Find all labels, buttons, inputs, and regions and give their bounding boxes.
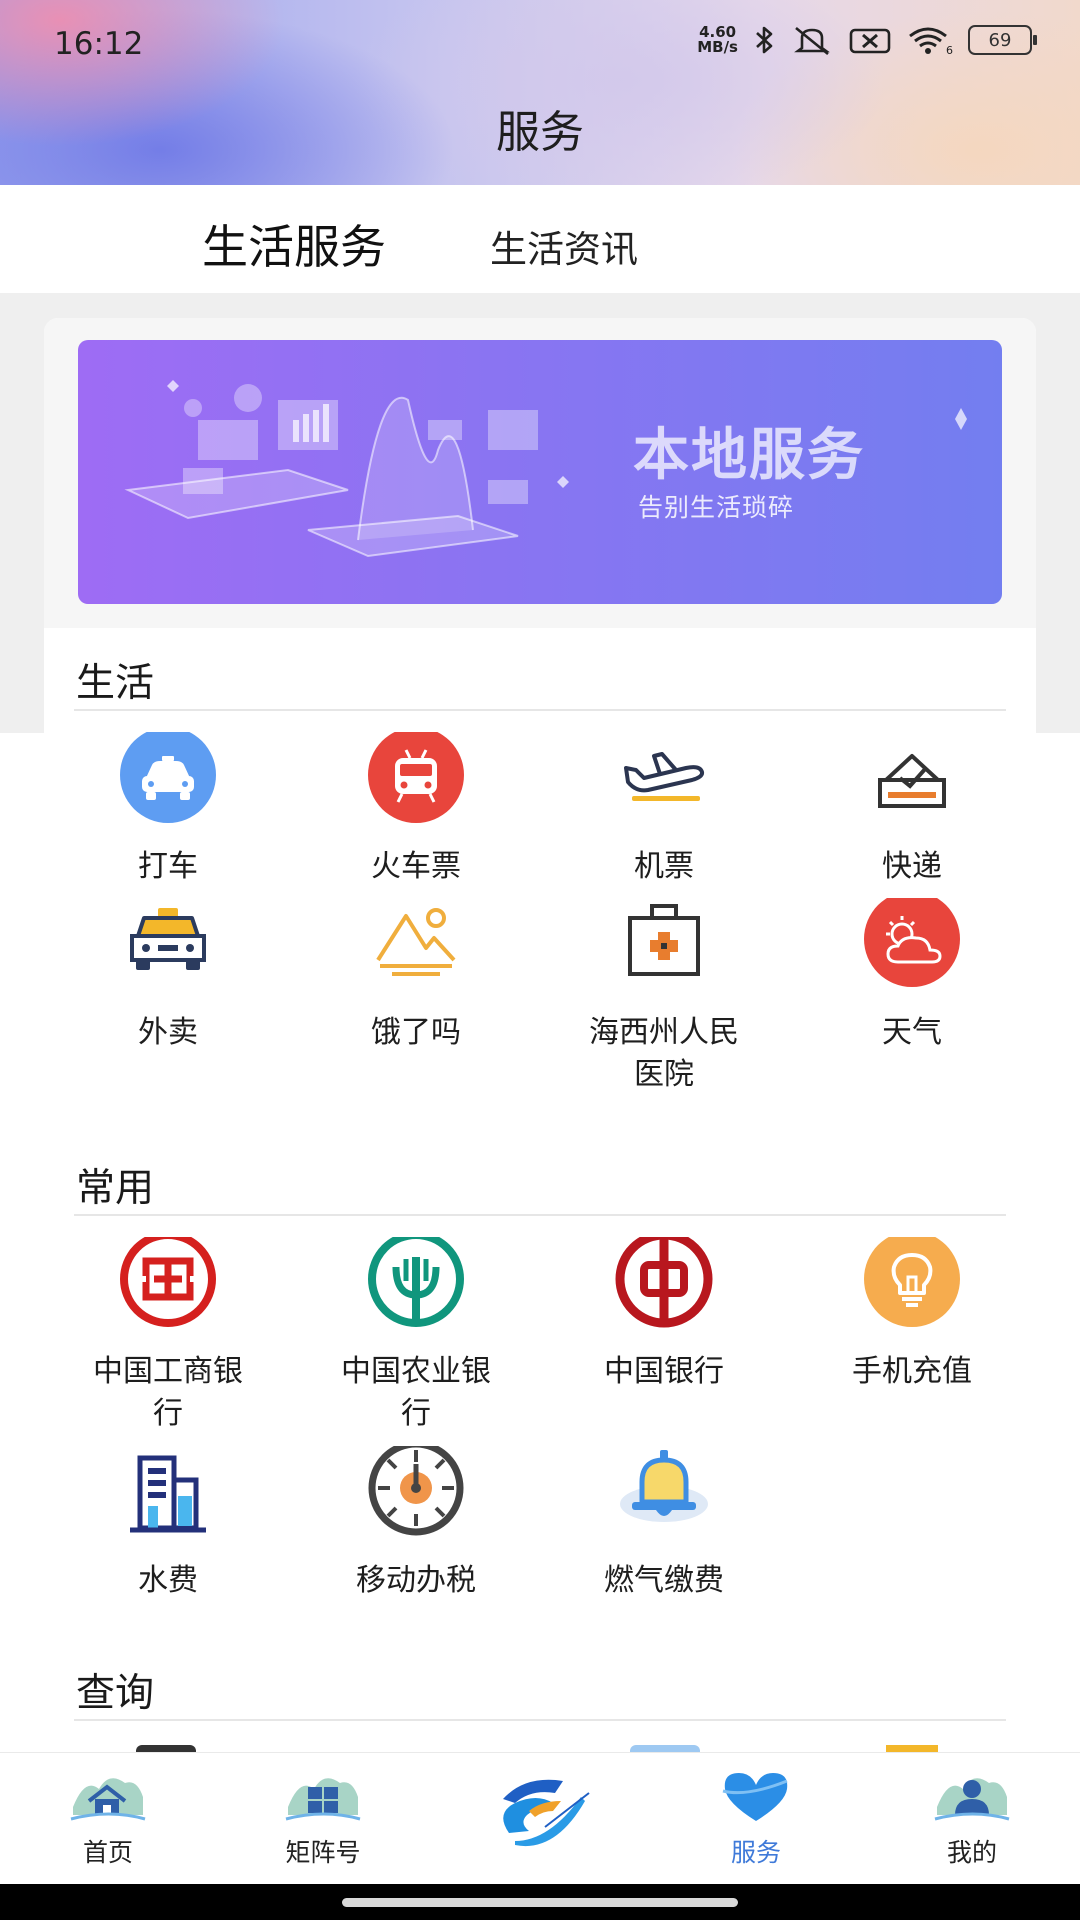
nav-home[interactable]: 首页	[28, 1767, 188, 1869]
airplane-icon	[614, 732, 714, 832]
service-water-fee[interactable]: 水费	[53, 1446, 283, 1602]
service-express[interactable]: 快递	[797, 732, 1027, 888]
tax-dial-icon	[366, 1440, 466, 1546]
home-indicator[interactable]	[342, 1898, 738, 1907]
service-air-ticket[interactable]: 机票	[549, 732, 779, 888]
service-label: 饿了吗	[371, 1015, 461, 1050]
section-divider	[74, 1214, 1006, 1216]
status-icons: 4.60 MB/s 6 69	[697, 23, 1037, 56]
service-label: 快递	[882, 849, 942, 884]
section-divider	[74, 1719, 1006, 1721]
local-services-banner[interactable]: 本地服务 告别生活琐碎	[78, 340, 1002, 604]
section-title-life: 生活	[76, 661, 155, 706]
segment-tabs: 生活服务 生活资讯	[0, 185, 1080, 293]
service-label: 外卖	[138, 1015, 198, 1050]
heart-icon	[717, 1767, 795, 1829]
service-label: 天气	[882, 1015, 942, 1050]
banner-illustration	[124, 380, 569, 558]
taxi-icon	[118, 727, 218, 832]
parcel-icon	[862, 732, 962, 832]
svg-text:6: 6	[946, 44, 953, 56]
tab-life-news[interactable]: 生活资讯	[490, 219, 638, 273]
service-gas-payment[interactable]: 燃气缴费	[549, 1446, 779, 1602]
tab-life-services[interactable]: 生活服务	[202, 211, 386, 277]
medical-kit-icon	[614, 898, 714, 998]
profile-icon	[933, 1767, 1011, 1829]
service-train-ticket[interactable]: 火车票	[301, 727, 531, 888]
page-title: 服务	[496, 107, 584, 158]
service-eleme[interactable]: 饿了吗	[301, 898, 531, 1054]
service-label: 燃气缴费	[604, 1563, 724, 1598]
service-taxi[interactable]: 打车	[53, 727, 283, 888]
service-mobile-tax[interactable]: 移动办税	[301, 1440, 531, 1602]
service-phone-recharge[interactable]: 手机充值	[797, 1231, 1027, 1393]
nav-label: 矩阵号	[285, 1838, 361, 1867]
boc-bank-icon	[614, 1230, 714, 1337]
service-label: 手机充值	[852, 1354, 972, 1389]
banner-sparkle	[955, 408, 967, 430]
service-label: 火车票	[371, 849, 461, 884]
wifi-icon: 6	[909, 27, 953, 56]
service-label: 中国农业银行	[341, 1354, 491, 1431]
bell-icon	[614, 1446, 714, 1546]
service-label: 中国工商银行	[93, 1354, 243, 1431]
nav-matrix[interactable]: 矩阵号	[243, 1767, 403, 1869]
service-takeout[interactable]: 外卖	[53, 898, 283, 1054]
status-time: 16:12	[54, 26, 144, 62]
abc-bank-icon	[366, 1231, 466, 1337]
bluetooth-icon	[756, 26, 773, 54]
center-logo-icon	[485, 1763, 595, 1863]
train-icon	[366, 727, 466, 832]
nav-services[interactable]: 服务	[676, 1767, 836, 1869]
sim-x-icon	[849, 28, 891, 54]
mute-icon	[794, 26, 830, 56]
section-title-query: 查询	[76, 1671, 155, 1716]
service-label: 机票	[634, 849, 694, 884]
section-divider	[74, 709, 1006, 711]
service-hospital[interactable]: 海西州人民医院	[549, 898, 779, 1096]
banner-subtitle: 告别生活琐碎	[638, 493, 795, 522]
nav-label: 服务	[730, 1838, 781, 1867]
service-weather[interactable]: 天气	[797, 891, 1027, 1054]
nav-center-logo[interactable]	[460, 1763, 620, 1863]
service-label: 移动办税	[356, 1563, 476, 1598]
bulb-icon	[862, 1231, 962, 1337]
nav-profile[interactable]: 我的	[892, 1767, 1052, 1869]
section-title-common: 常用	[76, 1166, 155, 1211]
bottom-nav: 首页 矩阵号 服务 我的	[0, 1752, 1080, 1885]
header: 16:12 4.60 MB/s 6 69 服务	[0, 0, 1080, 185]
delivery-car-icon	[118, 898, 218, 998]
service-label: 打车	[138, 849, 198, 884]
service-icbc[interactable]: 中国工商银行	[53, 1231, 283, 1435]
service-boc[interactable]: 中国银行	[549, 1230, 779, 1393]
weather-icon	[862, 891, 962, 998]
banner-title: 本地服务	[633, 422, 865, 488]
service-label: 海西州人民医院	[589, 1015, 739, 1092]
home-icon	[69, 1767, 147, 1829]
net-speed: 4.60 MB/s	[697, 23, 738, 56]
nav-label: 首页	[82, 1838, 133, 1867]
matrix-icon	[284, 1767, 362, 1829]
building-icon	[118, 1446, 218, 1546]
battery-indicator: 69	[968, 25, 1037, 55]
service-label: 中国银行	[604, 1354, 724, 1389]
service-abc[interactable]: 中国农业银行	[301, 1231, 531, 1435]
nav-label: 我的	[946, 1838, 997, 1867]
mountain-icon	[366, 898, 466, 998]
icbc-icon	[118, 1231, 218, 1337]
service-label: 水费	[138, 1563, 198, 1598]
